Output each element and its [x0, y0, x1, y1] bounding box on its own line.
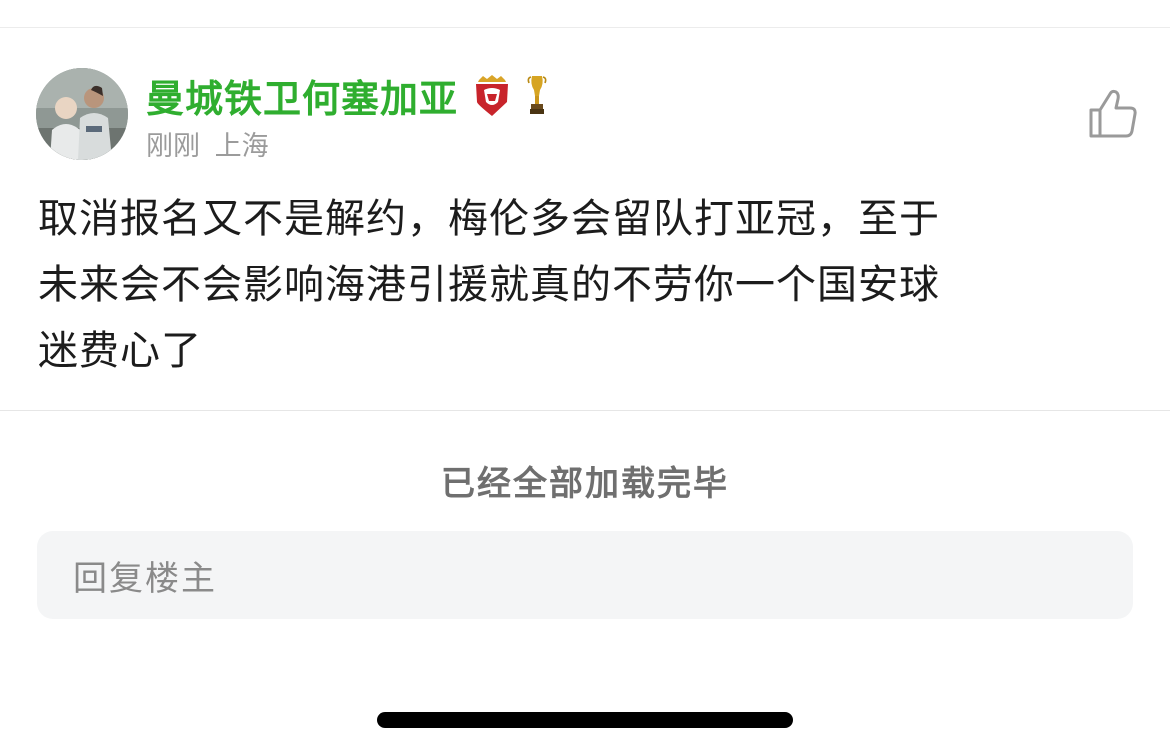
username-row: 曼城铁卫何塞加亚	[146, 68, 548, 123]
section-divider	[0, 410, 1170, 411]
post-meta: 刚刚 上海	[146, 124, 269, 163]
post-content-line: 未来会不会影响海港引援就真的不劳你一个国安球	[38, 262, 940, 308]
like-button[interactable]	[1085, 86, 1141, 142]
all-loaded-text: 已经全部加载完毕	[441, 464, 729, 504]
reply-placeholder: 回复楼主	[73, 558, 217, 599]
avatar-image	[36, 68, 128, 160]
post-content-line: 取消报名又不是解约，梅伦多会留队打亚冠，至于	[38, 196, 940, 242]
reply-input[interactable]: 回复楼主	[37, 531, 1133, 619]
post-content-line: 迷费心了	[38, 328, 202, 374]
post-location: 上海	[214, 131, 269, 162]
post-item: 曼城铁卫何塞加亚 刚刚 上海 取消报名又不是解约，梅伦多会留队打亚冠，至于 未来…	[0, 28, 1170, 410]
trophy-icon	[527, 76, 547, 114]
username[interactable]: 曼城铁卫何塞加亚	[146, 68, 458, 123]
club-badge-icon	[476, 75, 509, 116]
post-time: 刚刚	[146, 131, 200, 162]
avatar[interactable]	[36, 68, 128, 160]
post-content: 取消报名又不是解约，梅伦多会留队打亚冠，至于 未来会不会影响海港引援就真的不劳你…	[38, 186, 1128, 384]
thumbs-up-icon	[1089, 89, 1137, 138]
home-indicator[interactable]	[377, 712, 793, 728]
